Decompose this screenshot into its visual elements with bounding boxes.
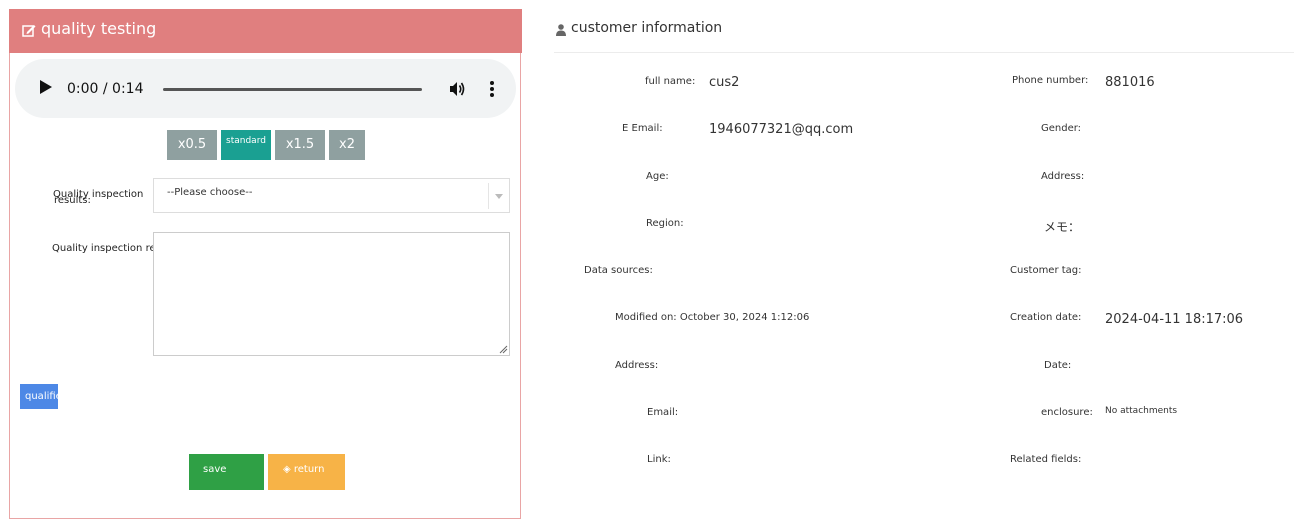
creation-date-value: 2024-04-11 18:17:06 bbox=[1105, 312, 1244, 327]
link-label: Link: bbox=[647, 454, 671, 465]
e-email-value: 1946077321@qq.com bbox=[709, 122, 854, 137]
data-sources-label: Data sources: bbox=[584, 265, 653, 276]
phone-value: 881016 bbox=[1105, 75, 1155, 90]
memo-label: メモ： bbox=[1044, 220, 1081, 234]
panel-title: quality testing bbox=[41, 19, 157, 38]
speed-0.5-button[interactable]: x0.5 bbox=[167, 130, 217, 160]
modified-on-label: Modified on: October 30, 2024 1:12:06 bbox=[615, 312, 810, 323]
audio-time: 0:00 / 0:14 bbox=[67, 81, 144, 97]
full-name-value: cus2 bbox=[709, 75, 740, 90]
phone-label: Phone number: bbox=[1012, 75, 1089, 86]
creation-date-label: Creation date: bbox=[1010, 312, 1082, 323]
select-divider bbox=[488, 183, 489, 209]
volume-icon[interactable] bbox=[448, 80, 466, 98]
results-label-line2: results: bbox=[54, 195, 91, 206]
remarks-textarea[interactable] bbox=[153, 232, 510, 356]
email-label: Email: bbox=[647, 407, 679, 418]
audio-progress-track[interactable] bbox=[163, 88, 422, 91]
address-label-1: Address: bbox=[1041, 171, 1085, 182]
more-options-icon[interactable] bbox=[489, 80, 495, 98]
e-email-label: E Email: bbox=[622, 123, 663, 134]
date-label: Date: bbox=[1044, 360, 1072, 371]
header-divider bbox=[554, 52, 1294, 53]
enclosure-value: No attachments bbox=[1105, 406, 1178, 416]
customer-info-title: customer information bbox=[571, 20, 723, 36]
enclosure-label: enclosure: bbox=[1041, 407, 1093, 418]
save-button[interactable]: save bbox=[189, 454, 264, 490]
quality-testing-panel: quality testing 0:00 / 0:14 x0.5 standar… bbox=[9, 9, 522, 519]
customer-information-panel: customer information full name: cus2 Pho… bbox=[554, 0, 1294, 519]
panel-header: quality testing bbox=[9, 9, 522, 53]
select-value: --Please choose-- bbox=[167, 187, 253, 198]
resize-grip-icon[interactable] bbox=[499, 345, 508, 354]
age-label: Age: bbox=[646, 171, 669, 182]
user-icon bbox=[556, 24, 566, 36]
related-fields-label: Related fields: bbox=[1010, 454, 1082, 465]
chevron-down-icon[interactable] bbox=[495, 194, 503, 199]
qualified-button[interactable]: qualified bbox=[20, 384, 58, 409]
play-icon[interactable] bbox=[40, 80, 52, 94]
gender-label: Gender: bbox=[1041, 123, 1082, 134]
quality-result-select[interactable]: --Please choose-- bbox=[153, 178, 510, 213]
speed-2-button[interactable]: x2 bbox=[329, 130, 365, 160]
audio-player[interactable]: 0:00 / 0:14 bbox=[15, 59, 516, 118]
speed-1.5-button[interactable]: x1.5 bbox=[275, 130, 325, 160]
region-label: Region: bbox=[646, 218, 684, 229]
edit-icon bbox=[22, 25, 36, 37]
customer-tag-label: Customer tag: bbox=[1010, 265, 1082, 276]
return-button[interactable]: ◈ return bbox=[268, 454, 345, 490]
speed-standard-button[interactable]: standard bbox=[221, 130, 271, 160]
full-name-label: full name: bbox=[645, 76, 696, 87]
address-label-2: Address: bbox=[615, 360, 659, 371]
